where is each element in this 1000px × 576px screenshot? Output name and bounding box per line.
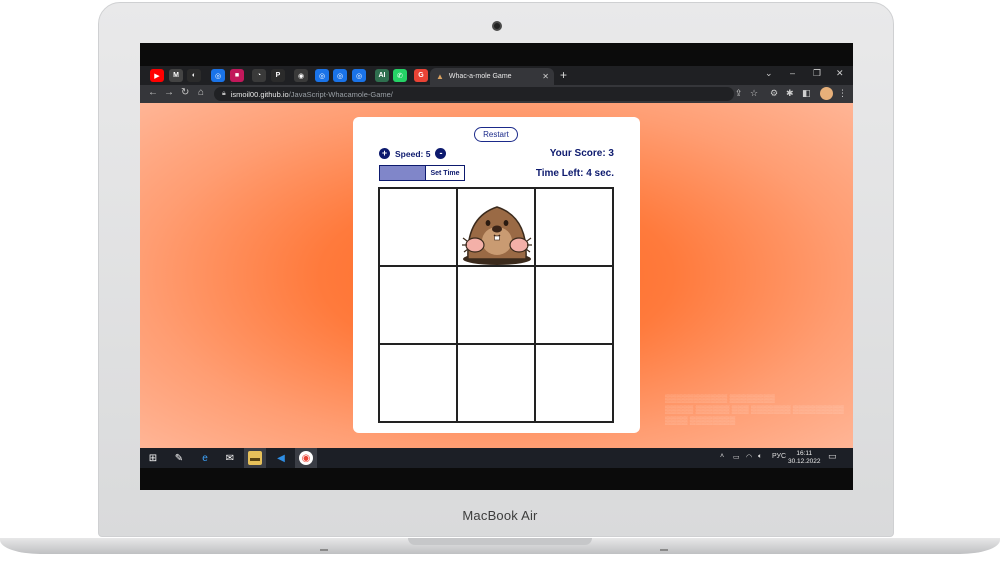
restore-icon[interactable]: ❐ [813, 68, 821, 79]
chrome-blue-icon[interactable]: ◎ [315, 69, 329, 82]
ai-icon[interactable]: AI [375, 69, 389, 82]
share-icon[interactable]: ⇪ [735, 88, 743, 99]
web-page: Restart + Speed: 5 - Your Score: 3 Set T… [140, 103, 853, 448]
url-host: ismoil00.github.io [230, 89, 289, 99]
battery-icon: ▭ [733, 454, 740, 461]
mole-icon[interactable] [458, 197, 536, 265]
grid-cell-6[interactable] [535, 266, 613, 344]
speed-increase-button[interactable]: + [379, 148, 390, 159]
reload-icon[interactable]: ↻ [181, 87, 189, 98]
back-icon[interactable]: ← [148, 87, 158, 98]
menu-kebab-icon[interactable]: ⋮ [838, 88, 847, 99]
wifi-icon[interactable]: ◠ [746, 453, 752, 461]
speed-controls: + Speed: 5 - [379, 148, 447, 159]
bookmark-star-icon[interactable]: ☆ [750, 88, 758, 99]
webcam [492, 21, 502, 31]
score-label: Your Score: 3 [549, 148, 614, 159]
grid-cell-2[interactable] [457, 188, 535, 266]
tab-title: Whac-a-mole Game [448, 73, 512, 80]
notifications-icon[interactable]: ▭ [828, 451, 837, 462]
language-indicator[interactable]: РУС [772, 453, 786, 460]
home-icon[interactable]: ⌂ [198, 87, 204, 98]
mail-icon[interactable]: ✉ [223, 451, 237, 465]
browser-tab-bar: ▶ M ◐ ◎ ■ ◔ P ◉ ◎ ◎ ◎ AI ✆ G ▲ Whac-a-mole Game ✕ + ⌄… [140, 66, 853, 85]
device-brand-label: MacBook Air [462, 508, 538, 523]
windows-activation-watermark: ▒▒▒▒▒▒▒▒▒▒▒ ▒▒▒▒▒▒▒▒ ▒▒▒▒▒ ▒▒▒▒▒▒ ▒▒▒ ▒▒▒… [665, 394, 844, 425]
youtube-icon[interactable]: ▶ [150, 69, 164, 82]
laptop-foot [660, 549, 668, 551]
grid-cell-5[interactable] [457, 266, 535, 344]
close-window-icon[interactable]: ✕ [836, 68, 844, 79]
edge-icon[interactable]: e [198, 451, 212, 465]
windows-start-icon[interactable]: ⊞ [146, 451, 160, 465]
extension-gear-icon[interactable]: ⚙ [770, 88, 778, 99]
volume-icon[interactable]: 🔈︎ [758, 453, 762, 461]
speed-decrease-button[interactable]: - [435, 148, 447, 159]
grid-cell-4[interactable] [379, 266, 457, 344]
grid-cell-7[interactable] [379, 344, 457, 422]
profile-avatar[interactable] [820, 87, 833, 100]
lock-icon: 🔒︎ [222, 90, 226, 97]
tab-search-icon[interactable]: ⌄ [765, 68, 773, 79]
set-time-button[interactable]: Set Time [425, 165, 465, 181]
laptop-foot [320, 549, 328, 551]
clock[interactable]: 16:11 30.12.2022 [788, 450, 821, 466]
browser-toolbar: ← → ↻ ⌂ 🔒︎ ismoil00.github.io /JavaScrip… [140, 85, 853, 103]
clock-icon[interactable]: ◔ [252, 69, 266, 82]
extensions-puzzle-icon[interactable]: ✱ [786, 88, 794, 99]
time-input[interactable] [379, 165, 425, 181]
side-panel-icon[interactable]: ◧ [802, 88, 811, 99]
google-icon[interactable]: G [414, 69, 428, 82]
screen: ▶ M ◐ ◎ ■ ◔ P ◉ ◎ ◎ ◎ AI ✆ G ▲ Whac-a-mole Game ✕ + ⌄… [140, 66, 853, 468]
new-tab-icon[interactable]: + [560, 68, 567, 82]
browser-icon[interactable]: ◉ [294, 69, 308, 82]
clock-time: 16:11 [796, 450, 813, 457]
restart-button[interactable]: Restart [474, 127, 518, 142]
tab-whac-a-mole[interactable]: ▲ Whac-a-mole Game ✕ [430, 68, 554, 85]
vscode-icon[interactable]: ◀ [274, 451, 288, 465]
chrome-blue-icon[interactable]: ◎ [211, 69, 225, 82]
speed-label: Speed: 5 [395, 148, 431, 159]
chrome-icon[interactable]: ◉ [299, 451, 313, 465]
minimize-icon[interactable]: – [790, 68, 795, 78]
laptop-opening-notch [408, 538, 592, 545]
purple-app-icon[interactable]: ■ [230, 69, 244, 82]
grid-cell-1[interactable] [379, 188, 457, 266]
github-icon[interactable]: ◐ [187, 69, 201, 82]
chrome-blue-icon[interactable]: ◎ [333, 69, 347, 82]
clock-date: 30.12.2022 [788, 458, 821, 465]
pdf-icon[interactable]: P [271, 69, 285, 82]
whatsapp-icon[interactable]: ✆ [393, 69, 407, 82]
paint-icon[interactable]: ✎ [172, 451, 186, 465]
forward-icon[interactable]: → [164, 87, 174, 98]
game-card: Restart + Speed: 5 - Your Score: 3 Set T… [353, 117, 640, 433]
url-path: /JavaScript-Whacamole-Game/ [288, 89, 393, 99]
time-left-label: Time Left: 4 sec. [535, 168, 614, 179]
windows-taskbar: ⊞ ✎ e ✉ ▬ ◀ ◉ ˄ ▭ ◠ 🔈︎ РУС 16:11 30.12.2… [140, 448, 853, 468]
chrome-blue-icon[interactable]: ◎ [352, 69, 366, 82]
address-bar[interactable]: 🔒︎ ismoil00.github.io /JavaScript-Whacam… [214, 87, 734, 101]
grid-cell-3[interactable] [535, 188, 613, 266]
tray-chevron-icon[interactable]: ˄ [720, 453, 724, 460]
medium-icon[interactable]: M [169, 69, 183, 82]
grid-cell-9[interactable] [535, 344, 613, 422]
grid-cell-8[interactable] [457, 344, 535, 422]
mole-icon: ▲ [436, 72, 444, 81]
file-explorer-icon[interactable]: ▬ [248, 451, 262, 465]
mole-grid [378, 187, 614, 423]
close-tab-icon[interactable]: ✕ [542, 72, 549, 81]
